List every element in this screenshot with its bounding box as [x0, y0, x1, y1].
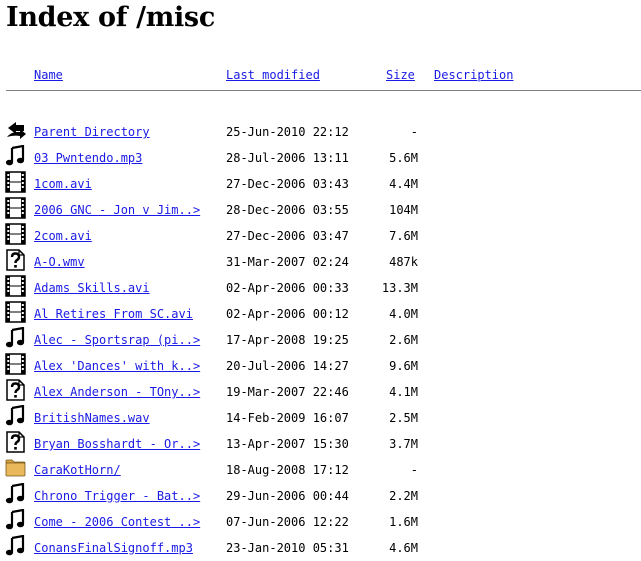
list-item: Chrono Trigger - Bat..> 29-Jun-2006 00:44… — [0, 483, 641, 509]
movie-icon — [5, 197, 26, 219]
size-value: 4.1M — [389, 385, 418, 399]
list-item: 03 Pwntendo.mp3 28-Jul-2006 13:11 5.6M — [0, 145, 641, 171]
unknown-icon — [5, 379, 25, 401]
list-item: Come - 2006 Contest ..> 07-Jun-2006 12:22… — [0, 509, 641, 535]
file-link[interactable]: Come - 2006 Contest ..> — [34, 515, 200, 529]
file-link[interactable]: CaraKotHorn/ — [34, 463, 121, 477]
last-modified-value: 07-Jun-2006 12:22 — [226, 515, 349, 529]
page-title: Index of /misc — [6, 2, 215, 33]
size-value: 5.6M — [389, 151, 418, 165]
last-modified-value: 17-Apr-2008 19:25 — [226, 333, 349, 347]
file-link[interactable]: ConansFinalSignoff.mp3 — [34, 541, 193, 555]
file-link[interactable]: 2com.avi — [34, 229, 92, 243]
list-item: Al Retires From SC.avi 02-Apr-2006 00:12 4… — [0, 301, 641, 327]
file-link[interactable]: A-O.wmv — [34, 255, 85, 269]
unknown-icon — [5, 431, 25, 453]
size-value: 4.6M — [389, 541, 418, 555]
last-modified-value: 19-Mar-2007 22:46 — [226, 385, 349, 399]
list-item: Bryan Bosshardt - Or..> 13-Apr-2007 15:30… — [0, 431, 641, 457]
file-link[interactable]: Alec - Sportsrap (pi..> — [34, 333, 200, 347]
back-icon — [5, 119, 26, 141]
size-value: 2.6M — [389, 333, 418, 347]
sort-by-size-link[interactable]: Size — [386, 68, 415, 82]
list-item: 1com.avi 27-Dec-2006 03:43 4.4M — [0, 171, 641, 197]
size-value: 2.2M — [389, 489, 418, 503]
unknown-icon — [5, 249, 25, 271]
file-link[interactable]: Parent Directory — [34, 125, 150, 139]
last-modified-value: 14-Feb-2009 16:07 — [226, 411, 349, 425]
size-value: 9.6M — [389, 359, 418, 373]
last-modified-value: 20-Jul-2006 14:27 — [226, 359, 349, 373]
list-item: Parent Directory 25-Jun-2010 22:12 - — [0, 119, 641, 145]
file-link[interactable]: Alex Anderson - TOny..> — [34, 385, 200, 399]
last-modified-value: 02-Apr-2006 00:33 — [226, 281, 349, 295]
last-modified-value: 31-Mar-2007 02:24 — [226, 255, 349, 269]
size-value: 13.3M — [381, 281, 418, 295]
last-modified-value: 25-Jun-2010 22:12 — [226, 125, 349, 139]
list-item: Adams Skills.avi 02-Apr-2006 00:33 13.3M — [0, 275, 641, 301]
last-modified-value: 02-Apr-2006 00:12 — [226, 307, 349, 321]
sort-by-last-modified-link[interactable]: Last modified — [226, 68, 320, 82]
list-item: ConansFinalSignoff.mp3 23-Jan-2010 05:31 4… — [0, 535, 641, 561]
size-value: - — [410, 463, 418, 477]
sound-icon — [5, 535, 25, 557]
size-value: 1.6M — [389, 515, 418, 529]
file-link[interactable]: BritishNames.wav — [34, 411, 150, 425]
size-value: 4.0M — [389, 307, 418, 321]
file-link[interactable]: 2006 GNC - Jon v Jim..> — [34, 203, 200, 217]
movie-icon — [5, 301, 26, 323]
list-item: A-O.wmv 31-Mar-2007 02:24 487k — [0, 249, 641, 275]
sound-icon — [5, 405, 25, 427]
list-item: 2com.avi 27-Dec-2006 03:47 7.6M — [0, 223, 641, 249]
sound-icon — [5, 483, 25, 505]
size-value: 487k — [389, 255, 418, 269]
last-modified-value: 29-Jun-2006 00:44 — [226, 489, 349, 503]
sort-by-name-link[interactable]: Name — [34, 68, 63, 82]
last-modified-value: 27-Dec-2006 03:47 — [226, 229, 349, 243]
file-link[interactable]: 1com.avi — [34, 177, 92, 191]
file-link[interactable]: Bryan Bosshardt - Or..> — [34, 437, 200, 451]
file-link[interactable]: Chrono Trigger - Bat..> — [34, 489, 200, 503]
movie-icon — [5, 223, 26, 245]
list-item: Alex Anderson - TOny..> 19-Mar-2007 22:46… — [0, 379, 641, 405]
size-value: 7.6M — [389, 229, 418, 243]
folder-icon — [5, 457, 26, 479]
list-item: 2006 GNC - Jon v Jim..> 28-Dec-2006 03:55… — [0, 197, 641, 223]
movie-icon — [5, 353, 26, 375]
last-modified-value: 23-Jan-2010 05:31 — [226, 541, 349, 555]
file-link[interactable]: Alex 'Dances' with k..> — [34, 359, 200, 373]
list-item: BritishNames.wav 14-Feb-2009 16:07 2.5M — [0, 405, 641, 431]
last-modified-value: 28-Jul-2006 13:11 — [226, 151, 349, 165]
last-modified-value: 18-Aug-2008 17:12 — [226, 463, 349, 477]
sound-icon — [5, 327, 25, 349]
movie-icon — [5, 171, 26, 193]
list-item: Alec - Sportsrap (pi..> 17-Apr-2008 19:25… — [0, 327, 641, 353]
size-value: 4.4M — [389, 177, 418, 191]
size-value: 2.5M — [389, 411, 418, 425]
sound-icon — [5, 145, 25, 167]
file-link[interactable]: Al Retires From SC.avi — [34, 307, 193, 321]
movie-icon — [5, 275, 26, 297]
file-link[interactable]: Adams Skills.avi — [34, 281, 150, 295]
file-link[interactable]: 03 Pwntendo.mp3 — [34, 151, 142, 165]
last-modified-value: 28-Dec-2006 03:55 — [226, 203, 349, 217]
size-value: - — [410, 125, 418, 139]
last-modified-value: 27-Dec-2006 03:43 — [226, 177, 349, 191]
last-modified-value: 13-Apr-2007 15:30 — [226, 437, 349, 451]
size-value: 3.7M — [389, 437, 418, 451]
header-divider — [6, 90, 641, 91]
size-value: 104M — [389, 203, 418, 217]
sort-by-description-link[interactable]: Description — [434, 68, 513, 82]
list-item: CaraKotHorn/18-Aug-2008 17:12 - — [0, 457, 641, 483]
sound-icon — [5, 509, 25, 531]
list-item: Alex 'Dances' with k..> 20-Jul-2006 14:27… — [0, 353, 641, 379]
